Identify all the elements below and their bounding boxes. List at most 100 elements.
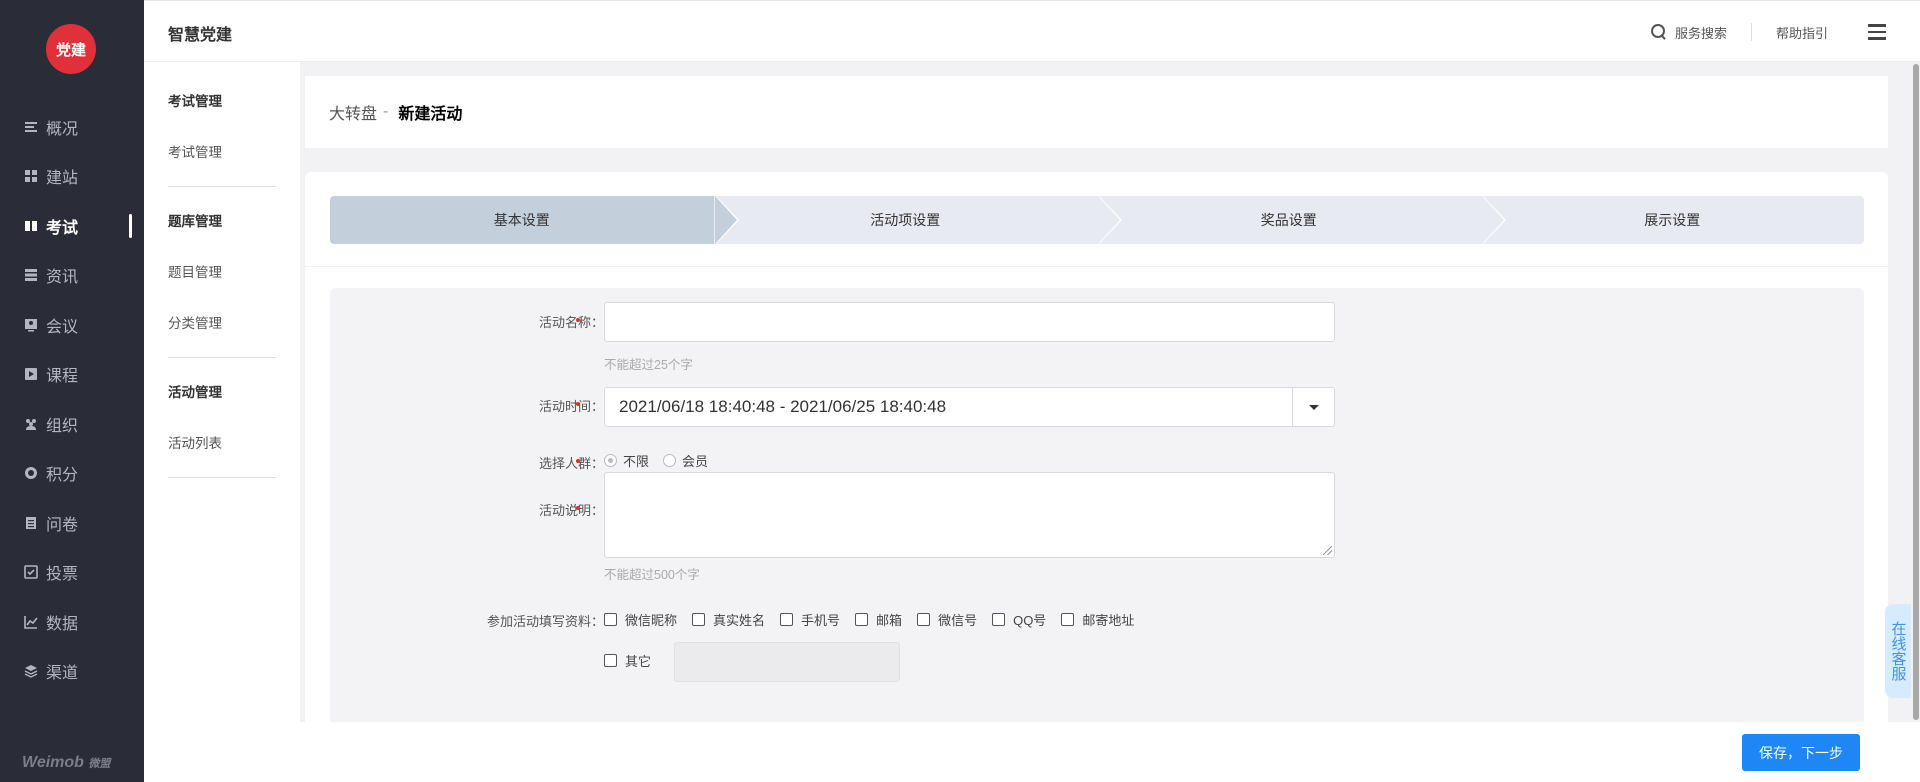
nav-item-exam[interactable]: 考试 — [0, 201, 144, 251]
nav-item-label: 会议 — [46, 318, 79, 336]
checkbox-label[interactable]: 微信昵称 — [625, 610, 677, 629]
topbar-actions: 服务搜索 帮助指引 — [1650, 1, 1886, 63]
book-icon — [24, 219, 38, 233]
coin-icon — [24, 466, 38, 480]
nav-item-vote[interactable]: 投票 — [0, 548, 144, 598]
nav-item-label: 投票 — [46, 566, 79, 584]
checkbox-label[interactable]: 邮箱 — [876, 610, 902, 629]
person-board-icon — [24, 318, 38, 332]
checkbox-label[interactable]: QQ号 — [1013, 610, 1046, 629]
subnav-head: 考试管理 — [168, 94, 222, 109]
checkbox-wechat-id[interactable] — [917, 613, 931, 626]
radio-unlimited[interactable] — [604, 454, 617, 467]
breadcrumb-sep: - — [383, 103, 389, 120]
checkbox-address[interactable] — [1061, 613, 1075, 626]
page-title: 新建活动 — [398, 106, 463, 123]
list-icon — [24, 120, 38, 134]
resize-handle-icon[interactable] — [1323, 546, 1332, 555]
breadcrumb-parent[interactable]: 大转盘 — [329, 100, 377, 124]
required-marker — [576, 318, 580, 322]
radio-member[interactable] — [663, 454, 677, 467]
step-display[interactable]: 展示设置 — [1480, 196, 1864, 244]
nav-item-label: 课程 — [46, 368, 79, 386]
vote-icon — [24, 565, 38, 580]
nav-item-points[interactable]: 积分 — [0, 449, 144, 499]
activity-name-hint: 不能超过25个字 — [604, 358, 693, 372]
search-icon[interactable] — [1650, 24, 1667, 40]
party-logo[interactable]: 党建 — [46, 24, 96, 74]
help-link[interactable]: 帮助指引 — [1776, 23, 1828, 42]
subnav-head: 活动管理 — [168, 385, 222, 400]
play-icon — [24, 367, 38, 381]
step-basic[interactable]: 基本设置 — [330, 196, 739, 244]
subnav-item-activity-list[interactable]: 活动列表 — [168, 418, 276, 469]
sub-sidebar: 考试管理 考试管理 题库管理 题目管理 分类管理 活动管理 活动列表 — [144, 62, 300, 782]
required-marker — [576, 402, 580, 406]
description-textarea[interactable] — [604, 472, 1335, 558]
nav-item-label: 概况 — [46, 120, 79, 138]
step-items[interactable]: 活动项设置 — [713, 196, 1122, 244]
bottom-action-bar: 保存，下一步 — [300, 722, 1920, 782]
other-input[interactable] — [674, 642, 900, 682]
group-icon — [24, 417, 38, 431]
topbar: 智慧党建 服务搜索 帮助指引 — [144, 0, 1920, 62]
nav-item-data[interactable]: 数据 — [0, 597, 144, 647]
checkbox-qq[interactable] — [992, 613, 1006, 626]
nav-item-label: 数据 — [46, 615, 79, 633]
stack-icon — [24, 268, 38, 282]
nav-item-survey[interactable]: 问卷 — [0, 498, 144, 548]
nav-item-label: 建站 — [46, 170, 79, 188]
weimob-logo: Weimob 微盟 — [22, 754, 111, 771]
checkbox-label[interactable]: 真实姓名 — [713, 610, 765, 629]
online-service-tab[interactable]: 在线客服 — [1885, 604, 1911, 698]
subnav-item-exam-manage[interactable]: 考试管理 — [168, 127, 276, 178]
info-fields-label: 参加活动填写资料： — [486, 614, 604, 629]
step-label: 活动项设置 — [870, 212, 941, 228]
checkbox-label[interactable]: 其它 — [625, 651, 651, 670]
crowd-label: 选择人群： — [538, 456, 604, 471]
date-range-picker[interactable]: 2021/06/18 18:40:48 - 2021/06/25 18:40:4… — [604, 387, 1335, 427]
activity-name-input[interactable] — [604, 302, 1335, 342]
main-nav: 概况 建站 考试 资讯 会议 课程 组织 积分 问卷 投票 数据 渠道 — [0, 102, 144, 696]
step-prizes[interactable]: 奖品设置 — [1097, 196, 1506, 244]
checkbox-real-name[interactable] — [692, 613, 706, 626]
main-sidebar: 党建 概况 建站 考试 资讯 会议 课程 组织 积分 问卷 投票 数据 渠道 W… — [0, 0, 144, 782]
subnav-item-categories[interactable]: 分类管理 — [168, 298, 276, 349]
grid-icon — [24, 169, 38, 183]
nav-item-course[interactable]: 课程 — [0, 350, 144, 400]
subnav-group-activity: 活动管理 活动列表 — [144, 367, 300, 469]
nav-item-site[interactable]: 建站 — [0, 152, 144, 202]
date-dropdown-button[interactable] — [1292, 388, 1334, 426]
radio-label[interactable]: 会员 — [682, 451, 708, 470]
subnav-item-questions[interactable]: 题目管理 — [168, 247, 276, 298]
caret-down-icon — [1308, 404, 1319, 410]
save-next-button[interactable]: 保存，下一步 — [1742, 734, 1860, 771]
activity-time-label: 活动时间： — [538, 399, 604, 414]
nav-item-meeting[interactable]: 会议 — [0, 300, 144, 350]
radio-label[interactable]: 不限 — [623, 451, 649, 470]
checkbox-wechat-nickname[interactable] — [604, 613, 617, 626]
nav-item-label: 资讯 — [46, 269, 79, 287]
subnav-divider — [168, 477, 276, 478]
subnav-divider — [168, 357, 276, 358]
date-range-value[interactable]: 2021/06/18 18:40:48 - 2021/06/25 18:40:4… — [605, 397, 1292, 417]
divider — [305, 266, 1888, 267]
nav-item-org[interactable]: 组织 — [0, 399, 144, 449]
checkbox-other[interactable] — [604, 654, 617, 667]
layers-icon — [24, 664, 38, 679]
nav-item-channel[interactable]: 渠道 — [0, 647, 144, 697]
description-hint: 不能超过500个字 — [604, 568, 700, 582]
service-search-link[interactable]: 服务搜索 — [1675, 23, 1727, 42]
checkbox-label[interactable]: 微信号 — [938, 610, 977, 629]
checkbox-email[interactable] — [855, 613, 869, 626]
subnav-head: 题库管理 — [168, 214, 222, 229]
checkbox-phone[interactable] — [780, 613, 794, 626]
other-checkbox-row: 其它 — [604, 651, 666, 670]
checkbox-label[interactable]: 邮寄地址 — [1082, 610, 1134, 629]
menu-icon[interactable] — [1868, 24, 1886, 40]
scrollbar-thumb[interactable] — [1913, 64, 1919, 720]
nav-item-overview[interactable]: 概况 — [0, 102, 144, 152]
checkbox-label[interactable]: 手机号 — [801, 610, 840, 629]
nav-item-news[interactable]: 资讯 — [0, 251, 144, 301]
main-content: 大转盘 - 新建活动 基本设置 活动项设置 奖品设置 展示设置 活动名称： 不能… — [300, 62, 1920, 782]
